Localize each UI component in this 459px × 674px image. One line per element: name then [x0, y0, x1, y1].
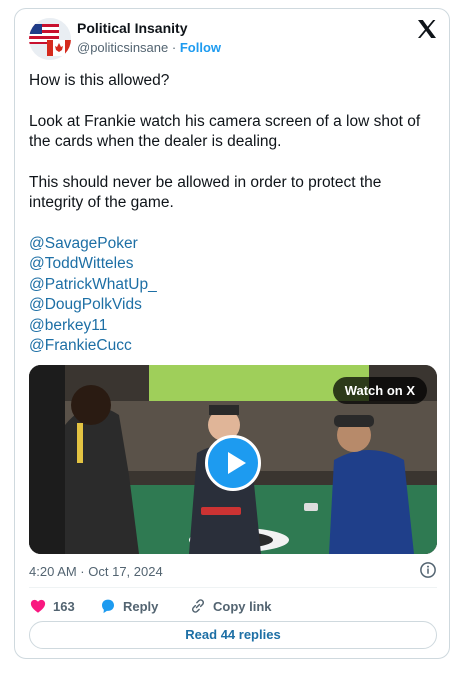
mention-link[interactable]: @DougPolkVids [29, 295, 439, 316]
copy-link-label: Copy link [213, 598, 272, 614]
tweet-paragraph: Look at Frankie watch his camera screen … [29, 112, 421, 151]
avatar[interactable] [29, 18, 71, 60]
mention-link[interactable]: @FrankieCucc [29, 336, 439, 357]
watch-on-x-button[interactable]: Watch on X [332, 377, 427, 404]
video-player[interactable]: Watch on X [29, 365, 437, 554]
like-button[interactable]: 163 [29, 597, 75, 615]
timestamp[interactable]: 4:20 AM · Oct 17, 2024 [29, 564, 163, 579]
avatar-flags-image [29, 18, 71, 60]
like-count: 163 [53, 598, 75, 614]
tweet-paragraph: This should never be allowed in order to… [29, 173, 382, 212]
info-icon[interactable] [419, 561, 437, 579]
reply-button[interactable]: Reply [99, 597, 158, 615]
link-icon [191, 599, 205, 613]
author-handle[interactable]: @politicsinsane [77, 40, 168, 55]
tweet-text: How is this allowed? Look at Frankie wat… [29, 71, 439, 357]
mention-link[interactable]: @SavagePoker [29, 234, 439, 255]
mention-link[interactable]: @PatrickWhatUp_ [29, 275, 439, 296]
author-handle-row: @politicsinsane · Follow [77, 40, 221, 55]
x-logo-icon[interactable] [415, 17, 439, 41]
copy-link-button[interactable]: Copy link [189, 597, 272, 615]
read-replies-button[interactable]: Read 44 replies [29, 621, 437, 649]
separator-dot: · [171, 40, 177, 55]
tweet-paragraph: How is this allowed? [29, 72, 170, 89]
mention-link[interactable]: @berkey11 [29, 316, 439, 337]
mention-link[interactable]: @ToddWitteles [29, 254, 439, 275]
reply-label: Reply [123, 598, 159, 614]
reply-icon [102, 599, 114, 614]
heart-icon [30, 599, 46, 613]
follow-button[interactable]: Follow [180, 40, 221, 55]
play-icon[interactable] [205, 435, 261, 491]
tweet-card: Political Insanity @politicsinsane · Fol… [14, 8, 450, 659]
divider [29, 587, 437, 588]
author-name[interactable]: Political Insanity [77, 20, 187, 36]
